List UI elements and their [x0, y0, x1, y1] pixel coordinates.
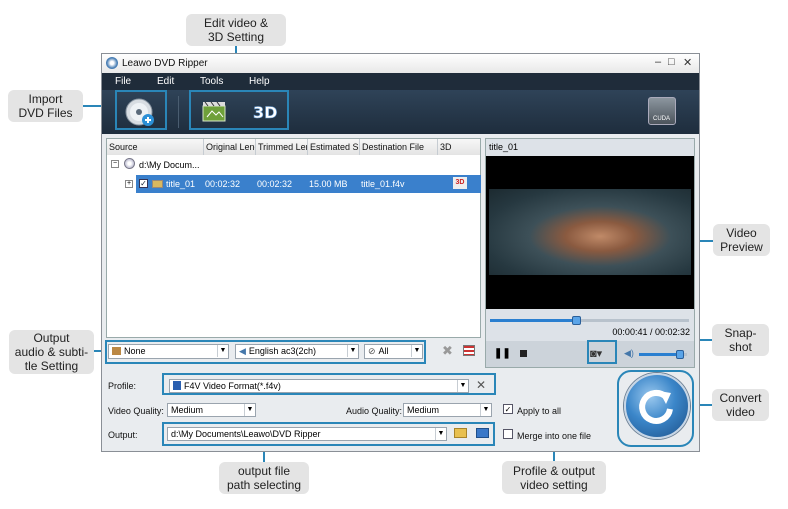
- cuda-badge-icon: CUDA: [648, 97, 676, 125]
- preview-panel: title_01 00:00:41 / 00:02:32 ❚❚ ◙▾ ◀): [485, 138, 695, 368]
- volume-thumb[interactable]: [675, 350, 684, 359]
- time-readout: 00:00:41 / 00:02:32: [612, 327, 690, 337]
- apply-all-checkbox[interactable]: ✓: [503, 404, 513, 414]
- title-bar: Leawo DVD Ripper – □ ✕: [102, 54, 699, 73]
- callout-profile-output: Profile & output video setting: [502, 461, 606, 494]
- 3d-badge-icon[interactable]: 3D: [453, 177, 467, 189]
- disc-icon: [124, 158, 135, 169]
- profile-label: Profile:: [108, 381, 137, 391]
- video-quality-select[interactable]: Medium ▼: [167, 403, 256, 417]
- column-header-destination[interactable]: Destination File: [360, 139, 438, 155]
- callout-snapshot: Snap- shot: [712, 324, 769, 356]
- callout-video-preview: Video Preview: [713, 224, 770, 256]
- menu-file[interactable]: File: [115, 76, 131, 87]
- folder-icon: [152, 180, 163, 188]
- video-quality-label: Video Quality:: [108, 406, 164, 416]
- file-list-panel: Source Original Leng Trimmed Ler Estimat…: [106, 138, 481, 338]
- highlight-snapshot: [587, 340, 617, 364]
- video-frame: [489, 189, 691, 275]
- highlight-profile: [162, 373, 496, 395]
- seek-thumb[interactable]: [571, 316, 581, 325]
- pause-button[interactable]: ❚❚: [494, 348, 511, 359]
- audio-quality-value: Medium: [407, 405, 440, 415]
- stop-button[interactable]: [520, 350, 527, 357]
- merge-label: Merge into one file: [517, 431, 592, 441]
- table-row[interactable]: ✓ title_01 00:02:32 00:02:32 15.00 MB ti…: [136, 175, 481, 193]
- apply-all-label: Apply to all: [517, 406, 562, 416]
- callout-output-audio: Output audio & subti- tle Setting: [9, 330, 94, 374]
- video-quality-value: Medium: [171, 405, 204, 415]
- column-header-3d[interactable]: 3D: [438, 139, 480, 155]
- preview-title: title_01: [489, 142, 519, 152]
- row-trimmed-length: 00:02:32: [257, 179, 293, 189]
- source-path: d:\My Docum...: [139, 160, 200, 170]
- callout-edit-video: Edit video & 3D Setting: [186, 14, 286, 46]
- column-header-original-length[interactable]: Original Leng: [204, 139, 256, 155]
- maximize-button[interactable]: □: [668, 56, 675, 68]
- merge-checkbox[interactable]: [503, 429, 513, 439]
- menu-edit[interactable]: Edit: [157, 76, 174, 87]
- menu-tools[interactable]: Tools: [200, 76, 223, 87]
- volume-fill: [639, 353, 680, 356]
- menu-help[interactable]: Help: [249, 76, 270, 87]
- callout-import-dvd: Import DVD Files: [8, 90, 83, 122]
- minimize-button[interactable]: –: [655, 56, 661, 68]
- row-destination: title_01.f4v: [361, 179, 405, 189]
- callout-convert: Convert video: [712, 389, 769, 421]
- highlight-edit: [189, 90, 289, 130]
- audio-quality-select[interactable]: Medium ▼: [403, 403, 492, 417]
- seek-bar-fill: [490, 319, 576, 322]
- column-header-trimmed-length[interactable]: Trimmed Ler: [256, 139, 308, 155]
- menu-bar: File Edit Tools Help: [102, 73, 699, 90]
- highlight-output: [162, 422, 495, 446]
- highlight-convert: [617, 370, 694, 447]
- row-checkbox[interactable]: ✓: [139, 179, 148, 188]
- volume-icon: ◀): [624, 348, 634, 358]
- window-title: Leawo DVD Ripper: [122, 58, 208, 69]
- close-button[interactable]: ✕: [683, 56, 692, 69]
- audio-quality-label: Audio Quality:: [346, 406, 403, 416]
- output-label: Output:: [108, 430, 138, 440]
- chevron-down-icon: ▼: [244, 404, 255, 416]
- volume-slider[interactable]: [639, 350, 687, 359]
- chevron-down-icon: ▼: [480, 404, 491, 416]
- highlight-import: [115, 90, 167, 130]
- seek-bar[interactable]: [490, 316, 689, 325]
- delete-icon[interactable]: ✖: [442, 343, 453, 359]
- row-title: title_01: [166, 179, 196, 189]
- cuda-label: CUDA: [653, 116, 671, 122]
- highlight-track-bar: [105, 340, 426, 364]
- collapse-icon[interactable]: −: [111, 160, 119, 168]
- row-original-length: 00:02:32: [205, 179, 241, 189]
- app-logo-icon: [106, 57, 118, 69]
- toolbar-divider: [178, 96, 179, 128]
- expand-icon[interactable]: +: [125, 180, 133, 188]
- row-estimated-size: 15.00 MB: [309, 179, 348, 189]
- properties-icon[interactable]: [463, 345, 475, 356]
- column-header-estimated-size[interactable]: Estimated Si: [308, 139, 360, 155]
- column-header-source[interactable]: Source: [107, 139, 204, 155]
- video-screen[interactable]: [486, 156, 694, 309]
- callout-output-path: output file path selecting: [219, 462, 309, 494]
